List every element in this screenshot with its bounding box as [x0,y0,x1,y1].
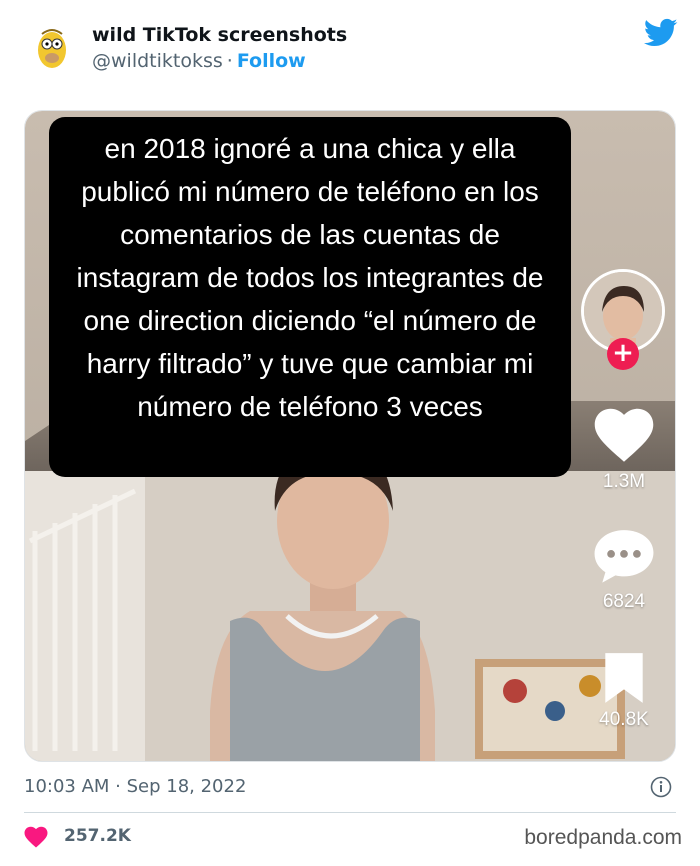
tweet-timestamp[interactable]: 10:03 AM · Sep 18, 2022 [24,776,246,797]
heart-icon[interactable] [593,407,655,463]
tiktok-like-count: 1.3M [602,471,646,492]
info-icon[interactable] [650,776,672,798]
tiktok-follow-plus-button[interactable]: + [607,338,639,370]
divider [24,812,676,813]
source-watermark: boredpanda.com [524,826,682,849]
author-name[interactable]: wild TikTok screenshots [92,24,347,46]
author-handle[interactable]: @wildtiktokss [92,50,223,72]
separator-dot: · [226,50,233,72]
like-count: 257.2K [64,826,131,846]
author-avatar[interactable] [24,20,80,76]
bookmark-icon[interactable] [603,651,645,705]
tiktok-screenshot[interactable]: en 2018 ignoré a una chica y ella public… [24,110,676,762]
twitter-bird-icon[interactable] [644,18,678,48]
tweet-header: wild TikTok screenshots @wildtiktokss · Fo… [0,0,700,100]
handle-row: @wildtiktokss · Follow [92,50,306,72]
tiktok-bookmark-count: 40.8K [599,709,649,730]
tiktok-caption-box: en 2018 ignoré a una chica y ella public… [49,117,571,477]
comment-bubble-icon[interactable] [593,527,655,585]
follow-button[interactable]: Follow [237,50,306,72]
tiktok-caption: en 2018 ignoré a una chica y ella public… [76,133,544,422]
tiktok-comment-count: 6824 [602,591,646,612]
heart-icon[interactable] [24,826,48,848]
